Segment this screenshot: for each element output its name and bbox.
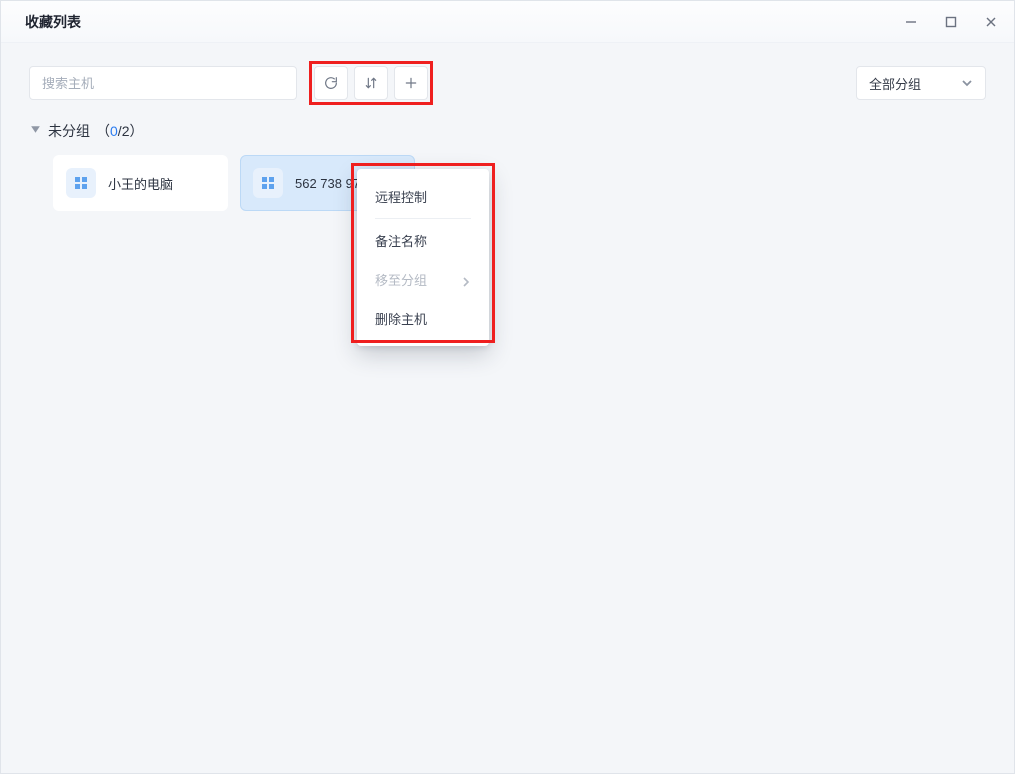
group-count: （0/2） — [96, 121, 143, 141]
close-button[interactable] — [982, 13, 1000, 31]
maximize-button[interactable] — [942, 13, 960, 31]
windows-icon — [253, 168, 283, 198]
sort-button[interactable] — [354, 66, 388, 100]
menu-item-delete-host[interactable]: 删除主机 — [357, 299, 489, 338]
menu-item-rename[interactable]: 备注名称 — [357, 221, 489, 260]
group-select-label: 全部分组 — [869, 74, 921, 93]
chevron-down-icon — [961, 77, 973, 89]
close-icon — [984, 15, 998, 29]
menu-item-move-to-group[interactable]: 移至分组 — [357, 260, 489, 299]
search-input[interactable] — [29, 66, 297, 100]
menu-divider — [375, 218, 471, 219]
group-header[interactable]: 未分组 （0/2） — [1, 115, 1014, 141]
window-controls — [902, 13, 1000, 31]
minimize-icon — [904, 15, 918, 29]
add-button[interactable] — [394, 66, 428, 100]
caret-down-icon — [29, 123, 42, 136]
minimize-button[interactable] — [902, 13, 920, 31]
plus-icon — [403, 75, 419, 91]
group-select[interactable]: 全部分组 — [856, 66, 986, 100]
refresh-button[interactable] — [314, 66, 348, 100]
host-card[interactable]: 小王的电脑 — [53, 155, 228, 211]
chevron-right-icon — [461, 275, 471, 285]
group-name: 未分组 — [48, 121, 90, 141]
context-menu: 远程控制 备注名称 移至分组 删除主机 — [357, 169, 489, 346]
title-bar: 收藏列表 — [1, 1, 1014, 43]
sort-icon — [363, 75, 379, 91]
windows-icon — [66, 168, 96, 198]
host-name: 小王的电脑 — [108, 174, 173, 193]
menu-item-remote-control[interactable]: 远程控制 — [357, 177, 489, 216]
maximize-icon — [944, 15, 958, 29]
group-online-count: 0 — [110, 123, 118, 139]
window-title: 收藏列表 — [25, 12, 81, 32]
refresh-icon — [323, 75, 339, 91]
hosts-list: 小王的电脑 562 738 971 — [1, 141, 1014, 211]
toolbar: 全部分组 — [1, 43, 1014, 115]
toolbar-highlight — [309, 61, 433, 105]
group-collapse-caret[interactable] — [29, 123, 42, 139]
